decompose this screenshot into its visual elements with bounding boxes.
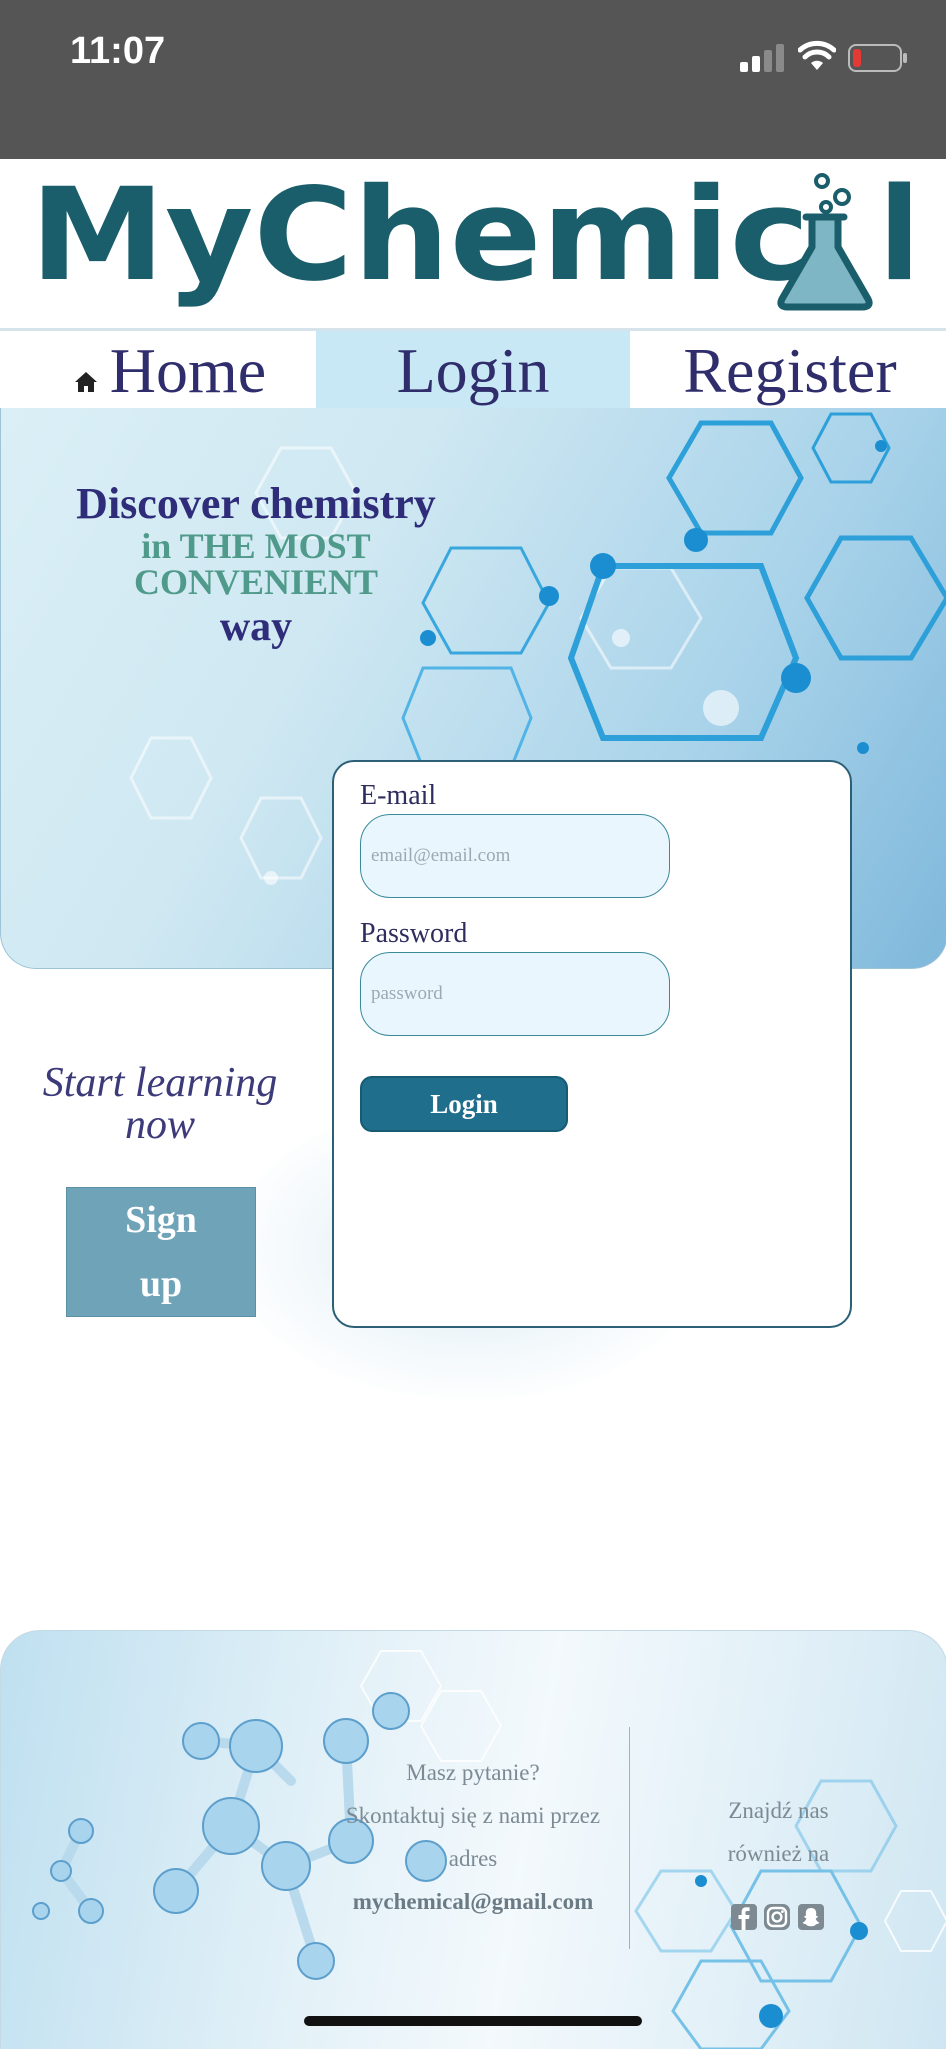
nav-login[interactable]: Login [316, 331, 630, 411]
footer-find-us: Znajdź nas również na [727, 1798, 830, 1866]
nav-register-label: Register [683, 335, 897, 406]
status-time: 11:07 [70, 30, 166, 72]
status-bar: 11:07 [0, 0, 946, 159]
email-field[interactable] [360, 814, 670, 898]
main-nav: Home Login Register [0, 328, 946, 414]
home-indicator[interactable] [304, 2016, 642, 2026]
footer-contact-line: Skontaktuj się z nami przez adres [345, 1803, 601, 1871]
start-learning-text: Start learning now [42, 1060, 278, 1148]
battery-icon [848, 44, 907, 72]
instagram-icon[interactable] [763, 1903, 791, 1931]
nav-home-label: Home [109, 335, 267, 406]
login-submit-button[interactable]: Login [360, 1076, 568, 1132]
password-field[interactable] [360, 952, 670, 1036]
site-header: MyChemic l [0, 159, 946, 329]
hero-line-2b: CONVENIENT [133, 562, 379, 602]
footer: Masz pytanie? Skontaktuj się z nami prze… [0, 1630, 946, 2049]
signup-button[interactable]: Sign up [66, 1187, 256, 1317]
signal-icon [740, 44, 784, 72]
facebook-icon[interactable] [730, 1903, 758, 1931]
snapchat-icon[interactable] [797, 1903, 825, 1931]
wifi-icon [798, 40, 836, 70]
footer-question: Masz pytanie? [406, 1760, 540, 1785]
hero-tagline: Discover chemistry in THE MOST CONVENIEN… [41, 480, 471, 654]
footer-contact: Masz pytanie? Skontaktuj się z nami prze… [331, 1751, 615, 1923]
home-icon [74, 372, 97, 392]
nav-home[interactable]: Home [50, 331, 290, 411]
footer-email-link[interactable]: mychemical@gmail.com [331, 1880, 615, 1923]
mychemical-logo[interactable]: MyChemic l [30, 167, 910, 327]
logo-text: MyChemic [30, 167, 810, 310]
footer-divider [629, 1727, 630, 1949]
email-label: E-mail [360, 780, 437, 811]
nav-login-label: Login [396, 335, 550, 406]
nav-register[interactable]: Register [650, 331, 930, 411]
hero-line-3: way [219, 604, 293, 650]
hero-line-1: Discover chemistry [76, 479, 436, 528]
login-card: E-mail Password Login [332, 760, 852, 1328]
password-label: Password [360, 918, 468, 949]
logo-last-letter: l [878, 167, 910, 310]
hero-line-2: in THE MOST [141, 526, 371, 566]
